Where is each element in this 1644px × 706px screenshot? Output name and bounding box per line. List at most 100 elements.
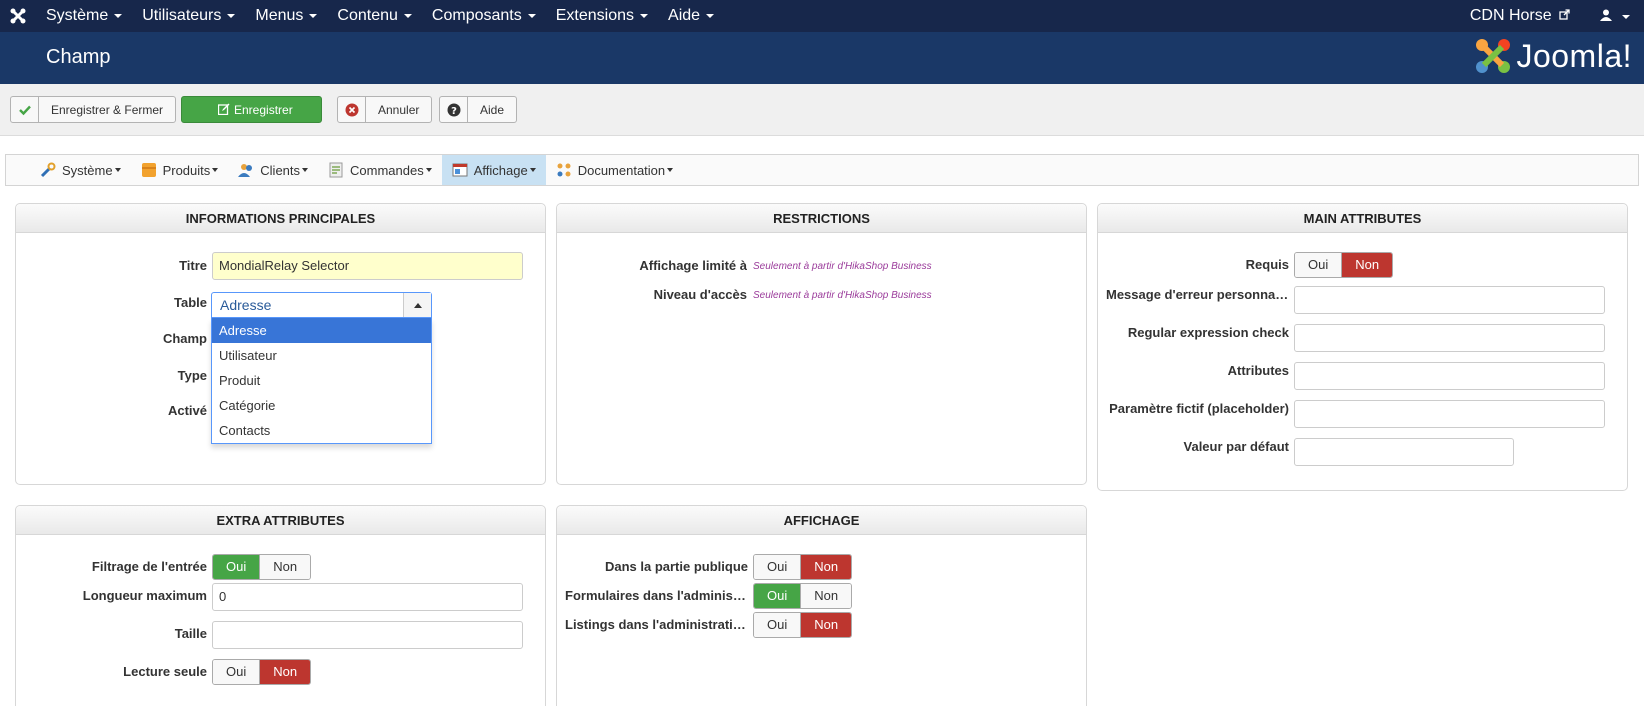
backend-listings-toggle[interactable]: Oui Non	[753, 612, 853, 638]
dropdown-option[interactable]: Produit	[212, 368, 431, 393]
default-value-input[interactable]	[1294, 438, 1514, 466]
size-input[interactable]	[212, 621, 523, 649]
hika-menu-label: Système	[62, 162, 113, 178]
hika-menu-clients[interactable]: Clients	[228, 155, 318, 185]
svg-text:?: ?	[451, 106, 457, 117]
display-icon	[452, 163, 468, 177]
toggle-yes[interactable]: Oui	[754, 613, 801, 637]
products-icon	[141, 163, 156, 177]
hika-menu-commandes[interactable]: Commandes	[318, 155, 442, 185]
max-length-input[interactable]: 0	[212, 583, 523, 611]
default-value-row: Valeur par défaut	[1098, 434, 1627, 466]
business-only-note: Seulement à partir d'HikaShop Business	[753, 261, 932, 272]
top-menu-composants[interactable]: Composants	[422, 7, 546, 25]
toggle-yes[interactable]: Oui	[213, 660, 260, 684]
hika-menu-label: Clients	[260, 162, 301, 178]
input-filter-label: Filtrage de l'entrée	[91, 559, 207, 574]
toggle-no[interactable]: Non	[800, 584, 852, 608]
read-only-toggle[interactable]: Oui Non	[212, 659, 312, 685]
table-select[interactable]: Adresse	[211, 292, 432, 318]
caret-down-icon	[309, 13, 318, 18]
backend-listings-label: Listings dans l'administration	[565, 617, 748, 632]
top-menu-extensions[interactable]: Extensions	[546, 7, 658, 25]
placeholder-label: Paramètre fictif (placeholder)	[1109, 401, 1289, 416]
caret-down-icon	[403, 13, 412, 18]
title-input[interactable]: MondialRelay Selector	[212, 252, 523, 280]
user-menu[interactable]	[1586, 8, 1644, 24]
required-toggle[interactable]: Oui Non	[1294, 252, 1394, 278]
error-message-input[interactable]	[1294, 286, 1605, 314]
top-menu-menus[interactable]: Menus	[245, 7, 327, 25]
toggle-yes[interactable]: Oui	[1295, 253, 1342, 277]
orders-icon	[329, 162, 343, 178]
hika-menu-affichage[interactable]: Affichage	[441, 155, 546, 185]
extra-attributes-panel: EXTRA ATTRIBUTES Filtrage de l'entrée Ou…	[15, 505, 546, 706]
display-limited-row: Affichage limité à Seulement à partir d'…	[557, 253, 1086, 281]
hika-menu-label: Affichage	[473, 162, 528, 178]
attributes-input[interactable]	[1294, 362, 1605, 390]
panel-header: EXTRA ATTRIBUTES	[16, 506, 545, 535]
table-label: Table	[174, 295, 207, 310]
joomla-menu-icon[interactable]	[0, 0, 36, 32]
placeholder-row: Paramètre fictif (placeholder)	[1098, 396, 1627, 428]
panel-header: MAIN ATTRIBUTES	[1098, 204, 1627, 233]
table-dropdown-list: Adresse Utilisateur Produit Catégorie Co…	[211, 318, 432, 444]
save-close-button[interactable]: Enregistrer & Fermer	[10, 96, 177, 123]
help-button[interactable]: ? Aide	[439, 96, 518, 123]
hika-menu-systeme[interactable]: Système	[30, 155, 131, 185]
top-menu-systeme[interactable]: Système	[36, 7, 132, 25]
input-filter-row: Filtrage de l'entrée Oui Non	[16, 554, 545, 582]
title-row: Titre MondialRelay Selector	[16, 252, 545, 281]
chevron-up-icon[interactable]	[403, 293, 431, 317]
top-menu-utilisateurs[interactable]: Utilisateurs	[132, 7, 245, 25]
save-close-label: Enregistrer & Fermer	[51, 102, 164, 117]
toggle-no[interactable]: Non	[259, 660, 311, 684]
question-icon: ?	[440, 97, 468, 122]
backend-forms-toggle[interactable]: Oui Non	[753, 583, 853, 609]
site-link[interactable]: CDN Horse	[1454, 7, 1586, 25]
top-menu-contenu[interactable]: Contenu	[327, 7, 422, 25]
dropdown-option[interactable]: Adresse	[212, 318, 431, 343]
top-menu-label: Utilisateurs	[142, 7, 222, 24]
dropdown-option[interactable]: Catégorie	[212, 393, 431, 418]
toolbar: Enregistrer & Fermer Enregistrer Annuler…	[0, 84, 1644, 136]
toggle-yes[interactable]: Oui	[754, 555, 801, 579]
top-menu-label: Système	[46, 7, 109, 24]
external-link-icon	[1559, 9, 1570, 20]
hika-menu-documentation[interactable]: Documentation	[546, 155, 683, 185]
hika-menu-label: Commandes	[350, 162, 424, 178]
cancel-button[interactable]: Annuler	[337, 96, 433, 123]
read-only-label: Lecture seule	[123, 664, 207, 679]
toggle-no[interactable]: Non	[800, 613, 852, 637]
dropdown-option[interactable]: Contacts	[212, 418, 431, 443]
toggle-no[interactable]: Non	[800, 555, 852, 579]
joomla-logo-icon	[1476, 39, 1511, 73]
tools-icon	[40, 162, 56, 178]
backend-forms-label: Formulaires dans l'administration	[565, 588, 748, 603]
business-only-note: Seulement à partir d'HikaShop Business	[753, 290, 932, 301]
read-only-row: Lecture seule Oui Non	[16, 659, 545, 687]
admin-top-navbar: Système Utilisateurs Menus Contenu Compo…	[0, 0, 1644, 32]
caret-down-icon	[212, 168, 219, 172]
input-filter-toggle[interactable]: Oui Non	[212, 554, 312, 580]
documentation-icon	[557, 163, 571, 177]
user-icon	[1600, 9, 1613, 21]
hika-menu-label: Produits	[162, 162, 211, 178]
frontend-toggle[interactable]: Oui Non	[753, 554, 853, 580]
placeholder-input[interactable]	[1294, 400, 1605, 428]
toggle-yes[interactable]: Oui	[754, 584, 801, 608]
toggle-yes[interactable]: Oui	[213, 555, 260, 579]
caret-down-icon	[527, 13, 536, 18]
main-attributes-panel: MAIN ATTRIBUTES Requis Oui Non Message d…	[1097, 203, 1628, 491]
toggle-no[interactable]: Non	[259, 555, 311, 579]
toggle-no[interactable]: Non	[1341, 253, 1393, 277]
save-button[interactable]: Enregistrer	[181, 96, 322, 123]
top-menu-aide[interactable]: Aide	[658, 7, 724, 25]
dropdown-option[interactable]: Utilisateur	[212, 343, 431, 368]
type-label: Type	[177, 368, 207, 383]
size-row: Taille	[16, 621, 545, 649]
panel-header: AFFICHAGE	[557, 506, 1086, 535]
hika-menu-produits[interactable]: Produits	[131, 155, 229, 185]
caret-down-icon	[302, 168, 309, 172]
regex-input[interactable]	[1294, 324, 1605, 352]
